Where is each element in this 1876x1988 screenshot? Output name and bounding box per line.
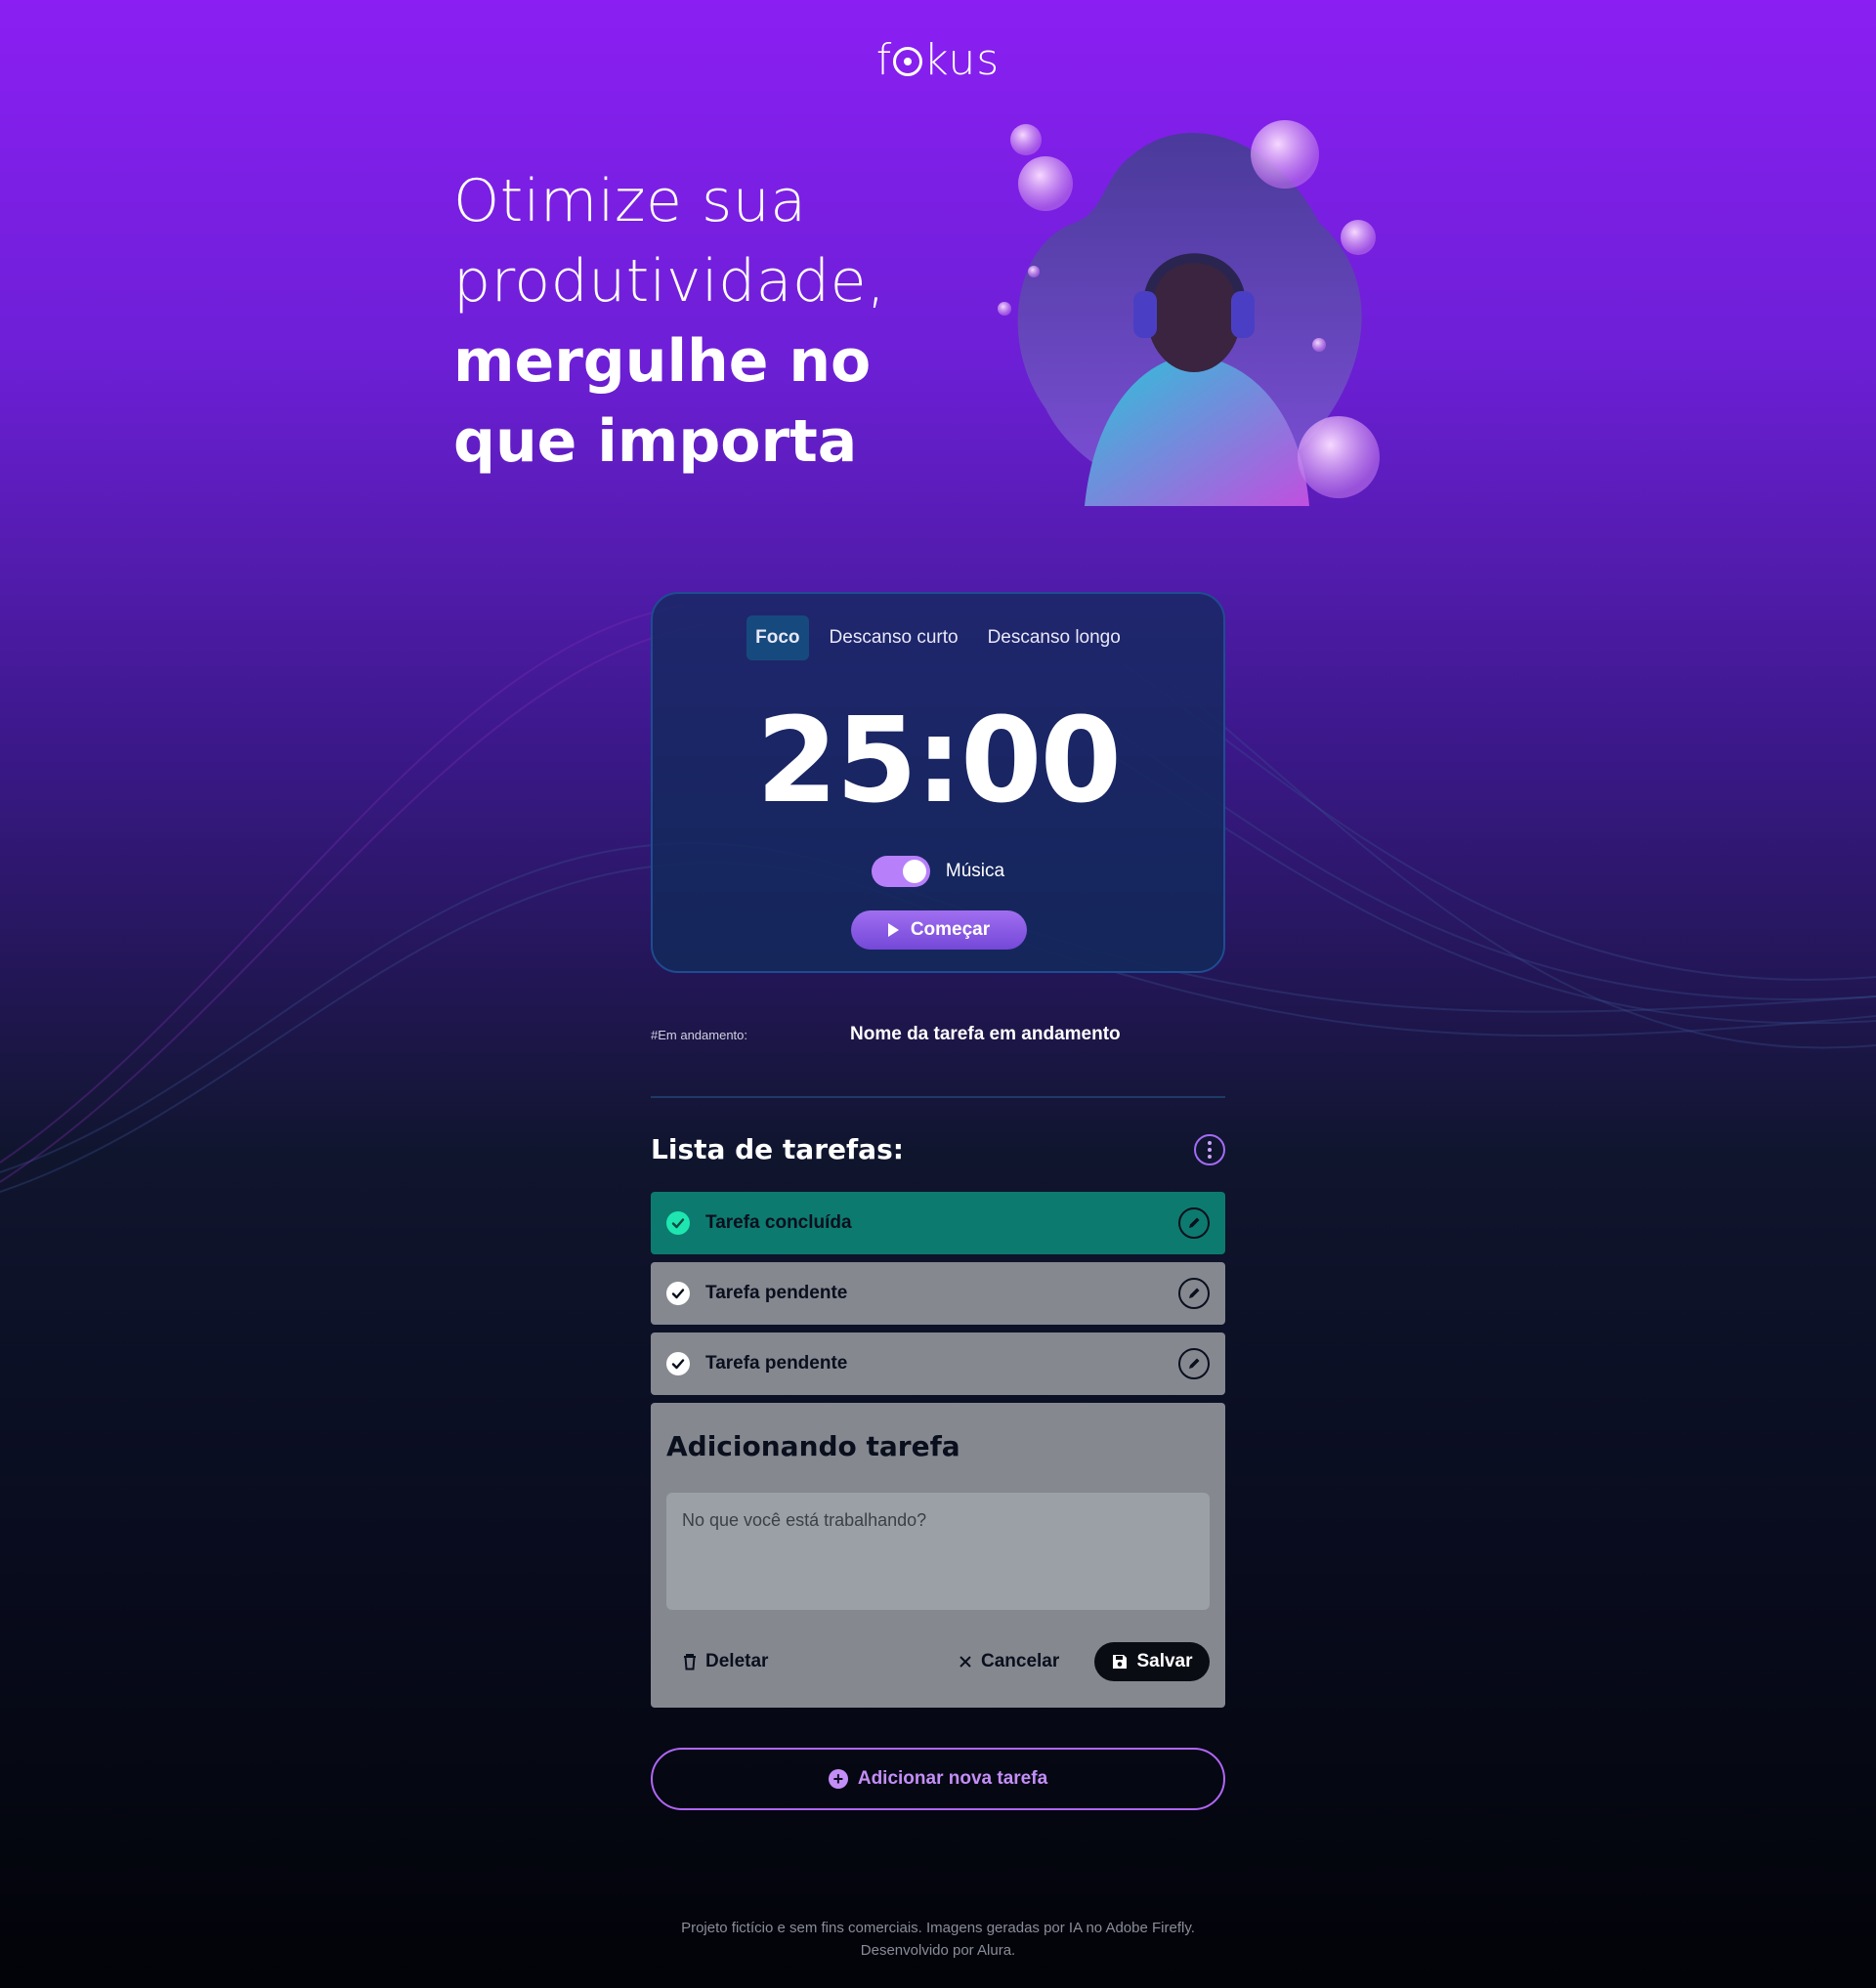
edit-pencil-icon[interactable] (1178, 1348, 1210, 1379)
footer-line-1: Projeto fictício e sem fins comerciais. … (681, 1920, 1195, 1936)
timer-display: 25:00 (756, 694, 1122, 829)
close-icon (959, 1656, 971, 1668)
trash-icon (684, 1654, 696, 1671)
edit-pencil-icon[interactable] (1178, 1278, 1210, 1309)
hero-line-2: produtividade, (453, 247, 886, 316)
task-list-title: Lista de tarefas: (651, 1133, 904, 1165)
in-progress-row: #Em andamento: Nome da tarefa em andamen… (651, 1024, 1225, 1045)
play-icon (887, 923, 899, 937)
save-button[interactable]: Salvar (1094, 1642, 1210, 1681)
cancel-label: Cancelar (981, 1651, 1060, 1671)
check-icon (666, 1282, 690, 1305)
timer-card: Foco Descanso curto Descanso longo 25:00… (651, 592, 1225, 973)
task-item[interactable]: Tarefa pendente (651, 1332, 1225, 1395)
plus-circle-icon: + (828, 1769, 848, 1789)
task-list-header: Lista de tarefas: (651, 1133, 1225, 1165)
tab-foco[interactable]: Foco (746, 615, 809, 660)
music-toggle[interactable] (871, 856, 930, 887)
hero-line-1: Otimize sua (453, 167, 807, 235)
task-item[interactable]: Tarefa pendente (651, 1262, 1225, 1325)
in-progress-tag: #Em andamento: (651, 1027, 748, 1042)
task-label: Tarefa pendente (705, 1283, 848, 1303)
hero-illustration (998, 120, 1380, 506)
fokus-logo: f kus (875, 35, 1001, 85)
check-icon (666, 1352, 690, 1375)
edit-pencil-icon[interactable] (1178, 1207, 1210, 1239)
save-label: Salvar (1136, 1651, 1193, 1671)
task-item[interactable]: Tarefa concluída (651, 1192, 1225, 1254)
cancel-button[interactable]: Cancelar (958, 1642, 1059, 1681)
add-new-task-button[interactable]: + Adicionar nova tarefa (651, 1748, 1225, 1810)
more-options-button[interactable] (1194, 1133, 1225, 1165)
delete-label: Deletar (705, 1651, 769, 1671)
floppy-disk-icon (1113, 1655, 1128, 1669)
hero-headline: Otimize sua produtividade, mergulhe no q… (453, 161, 886, 482)
add-new-task-label: Adicionar nova tarefa (857, 1768, 1048, 1789)
tab-descanso-curto[interactable]: Descanso curto (821, 615, 967, 660)
task-description-input[interactable] (666, 1493, 1210, 1610)
start-button-label: Começar (910, 919, 991, 940)
tab-descanso-longo[interactable]: Descanso longo (979, 615, 1130, 660)
hero-line-4: que importa (453, 407, 858, 476)
delete-button[interactable]: Deletar (682, 1642, 768, 1681)
check-icon (666, 1211, 690, 1235)
in-progress-task-name: Nome da tarefa em andamento (850, 1024, 1121, 1044)
music-toggle-row: Música (653, 856, 1223, 887)
footer: Projeto fictício e sem fins comerciais. … (0, 1917, 1876, 1962)
task-label: Tarefa pendente (705, 1353, 848, 1374)
form-title: Adicionando tarefa (666, 1430, 960, 1462)
timer-mode-tabs: Foco Descanso curto Descanso longo (653, 615, 1223, 660)
add-task-form: Adicionando tarefa Deletar Cancelar Salv… (651, 1403, 1225, 1708)
divider (651, 1096, 1225, 1098)
start-button[interactable]: Começar (851, 910, 1027, 950)
footer-line-2: Desenvolvido por Alura. (860, 1942, 1016, 1959)
hero-line-3: mergulhe no (453, 327, 872, 396)
task-label: Tarefa concluída (705, 1212, 852, 1233)
music-label: Música (945, 861, 1005, 881)
target-icon (893, 47, 923, 76)
